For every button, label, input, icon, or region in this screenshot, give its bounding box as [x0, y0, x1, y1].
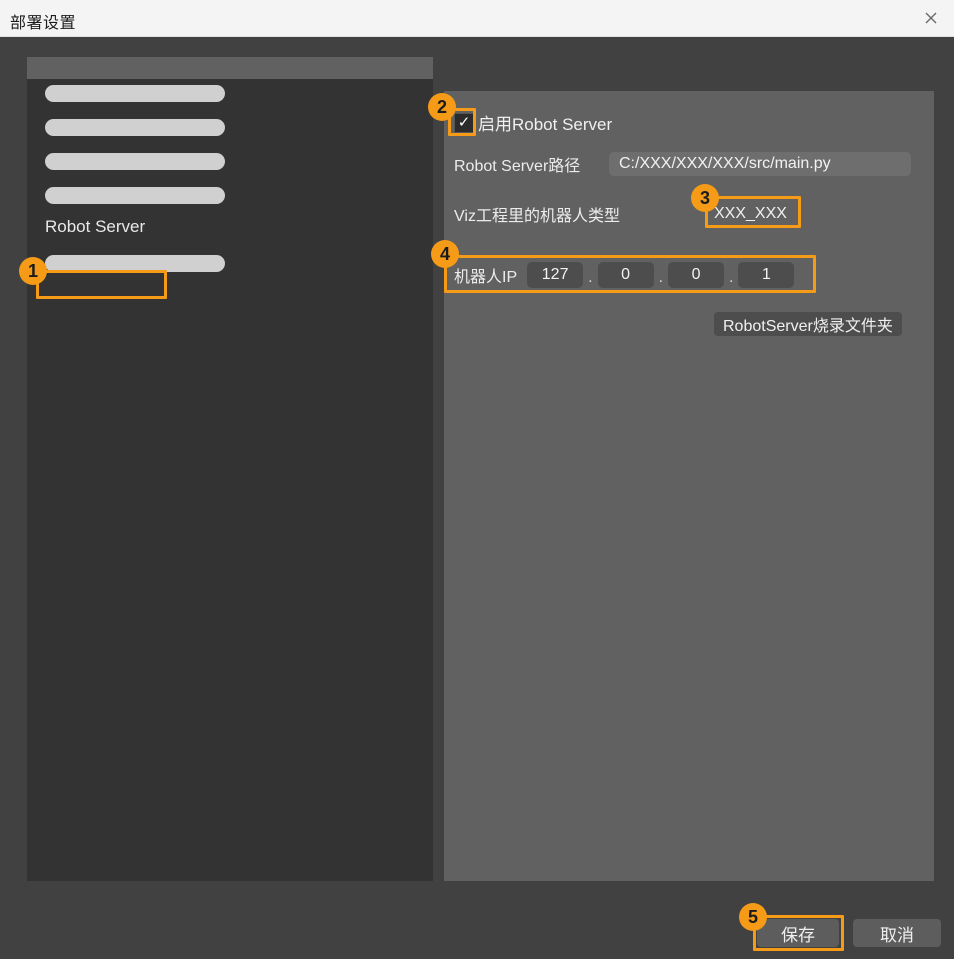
placeholder-pill [45, 255, 225, 272]
settings-sidebar: Robot Server [27, 57, 433, 881]
enable-robot-server-row: ✓ 启用Robot Server [454, 110, 612, 135]
placeholder-pill [45, 85, 225, 102]
enable-robot-server-label: 启用Robot Server [478, 115, 613, 134]
robot-server-path-input[interactable]: C:/XXX/XXX/XXX/src/main.py [609, 152, 911, 176]
robot-server-path-label: Robot Server路径 [454, 158, 581, 175]
placeholder-pill [45, 119, 225, 136]
enable-robot-server-checkbox[interactable]: ✓ [454, 112, 474, 133]
deploy-settings-dialog: 部署设置 Robot Server ✓ 启用Robot Server Robot… [0, 0, 954, 959]
check-icon: ✓ [457, 114, 471, 131]
sidebar-list: Robot Server [27, 79, 433, 283]
robot-ip-octet-1[interactable]: 127 [527, 262, 584, 288]
robot-ip-label: 机器人IP [454, 269, 518, 286]
cancel-button[interactable]: 取消 [853, 919, 941, 947]
robot-server-path-row: Robot Server路径 C:/XXX/XXX/XXX/src/main.p… [454, 152, 911, 176]
ip-separator: . [729, 269, 734, 286]
robot-type-row: Viz工程里的机器人类型 XXX_XXX [454, 202, 787, 226]
ip-separator: . [588, 269, 593, 286]
robot-ip-octet-3[interactable]: 0 [668, 262, 725, 288]
sidebar-item-robot-server[interactable]: Robot Server [27, 215, 433, 249]
sidebar-item-placeholder-3[interactable] [27, 147, 433, 181]
sidebar-item-placeholder-2[interactable] [27, 113, 433, 147]
sidebar-item-placeholder-1[interactable] [27, 79, 433, 113]
title-bar: 部署设置 [0, 0, 954, 37]
placeholder-pill [45, 153, 225, 170]
ip-separator: . [658, 269, 664, 286]
robot-type-input[interactable]: XXX_XXX [714, 205, 787, 223]
sidebar-item-placeholder-4[interactable] [27, 181, 433, 215]
save-button[interactable]: 保存 [757, 919, 839, 947]
sidebar-header-bar [27, 57, 433, 79]
window-title: 部署设置 [10, 15, 77, 32]
robot-type-label: Viz工程里的机器人类型 [454, 208, 620, 225]
robot-ip-octet-2[interactable]: 0 [597, 262, 654, 288]
robot-ip-octet-4[interactable]: 1 [738, 262, 795, 288]
settings-content-panel: ✓ 启用Robot Server Robot Server路径 C:/XXX/X… [444, 91, 934, 881]
close-icon[interactable] [916, 6, 946, 30]
placeholder-pill [45, 187, 225, 204]
robotserver-burn-folder-button[interactable]: RobotServer烧录文件夹 [714, 312, 902, 336]
robot-ip-row: 机器人IP 127 . 0 . 0 . 1 [454, 262, 795, 288]
sidebar-item-label[interactable]: Robot Server [45, 217, 145, 237]
sidebar-item-placeholder-5[interactable] [27, 249, 433, 283]
